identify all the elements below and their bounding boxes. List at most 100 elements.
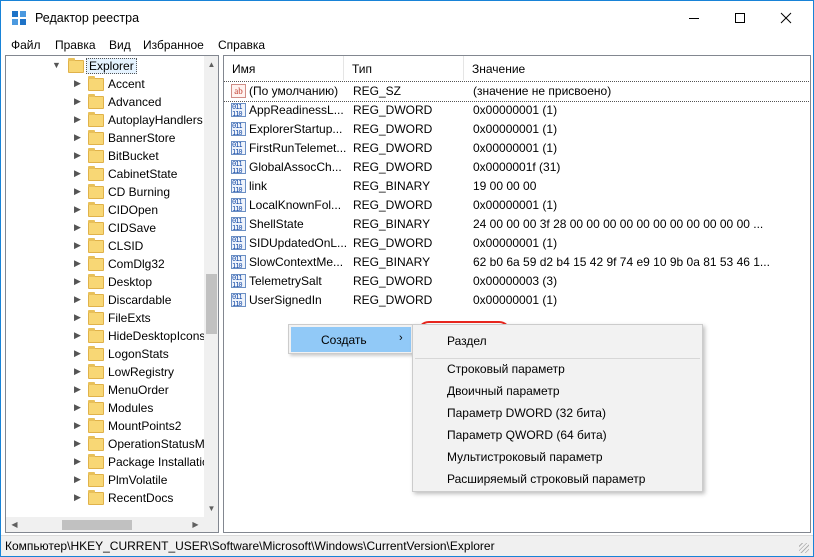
- tree-item[interactable]: ▶ PlmVolatile: [6, 472, 204, 490]
- expand-chevron-icon[interactable]: ▶: [74, 438, 81, 449]
- tree-item[interactable]: ▶ BannerStore: [6, 130, 204, 148]
- key-tree[interactable]: ▼ Explorer ▶ Accent ▶ Advanced ▶ AutoplayHand…: [5, 55, 219, 533]
- tree-item[interactable]: ▶ Desktop: [6, 274, 204, 292]
- expand-chevron-icon[interactable]: ▶: [74, 240, 81, 251]
- value-name: LocalKnownFol...: [249, 198, 342, 212]
- tree-item[interactable]: ▶ LowRegistry: [6, 364, 204, 382]
- menu-favorites[interactable]: Избранное: [143, 38, 204, 52]
- tree-item[interactable]: ▶ CIDOpen: [6, 202, 204, 220]
- resize-grip-icon[interactable]: [799, 543, 809, 553]
- expand-chevron-icon[interactable]: ▶: [74, 78, 81, 89]
- expand-chevron-icon[interactable]: ▶: [74, 204, 81, 215]
- scroll-up-arrow-icon[interactable]: ▲: [204, 56, 218, 73]
- minimize-button[interactable]: [671, 1, 717, 35]
- expand-chevron-icon[interactable]: ▶: [74, 330, 81, 341]
- expand-chevron-icon[interactable]: ▶: [74, 132, 81, 143]
- folder-icon: [88, 364, 104, 379]
- tree-item[interactable]: ▶ Discardable: [6, 292, 204, 310]
- tree-item[interactable]: ▶ FileExts: [6, 310, 204, 328]
- menu-view[interactable]: Вид: [109, 38, 131, 52]
- expand-chevron-icon[interactable]: ▶: [74, 294, 81, 305]
- expand-chevron-icon[interactable]: ▶: [74, 366, 81, 377]
- expand-chevron-icon[interactable]: ▶: [74, 312, 81, 323]
- tree-item[interactable]: ▶ AutoplayHandlers: [6, 112, 204, 130]
- expand-chevron-icon[interactable]: ▶: [74, 222, 81, 233]
- value-data: 0x00000001 (1): [473, 122, 558, 136]
- value-row[interactable]: 011 110 FirstRunTelemet... REG_DWORD 0x00000…: [224, 139, 810, 158]
- expand-chevron-icon[interactable]: ▶: [74, 456, 81, 467]
- submenu-item[interactable]: Строковый параметр: [447, 362, 565, 376]
- value-row[interactable]: 011 110 GlobalAssocCh... REG_DWORD 0x0000001…: [224, 158, 810, 177]
- scroll-left-arrow-icon[interactable]: ◀: [6, 517, 23, 532]
- tree-item[interactable]: ▶ OperationStatusM: [6, 436, 205, 454]
- binary-value-icon: 011 110: [231, 141, 246, 155]
- expand-chevron-icon[interactable]: ▶: [74, 96, 81, 107]
- tree-item[interactable]: ▶ CLSID: [6, 238, 204, 256]
- scroll-right-arrow-icon[interactable]: ▶: [187, 517, 204, 532]
- column-header-type[interactable]: Тип: [344, 56, 464, 80]
- tree-item[interactable]: ▶ CabinetState: [6, 166, 204, 184]
- tree-item[interactable]: ▶ CD Burning: [6, 184, 204, 202]
- submenu-item[interactable]: Мультистроковый параметр: [447, 450, 603, 464]
- submenu-item[interactable]: Двоичный параметр: [447, 384, 560, 398]
- value-row[interactable]: 011 110 link REG_BINARY 19 00 00 00: [224, 177, 810, 196]
- submenu-item[interactable]: Параметр QWORD (64 бита): [447, 428, 607, 442]
- value-row[interactable]: 011 110 TelemetrySalt REG_DWORD 0x00000003 (…: [224, 272, 810, 291]
- expand-chevron-icon[interactable]: ▶: [74, 114, 81, 125]
- tree-item[interactable]: ▶ MenuOrder: [6, 382, 204, 400]
- submenu-item[interactable]: Расширяемый строковый параметр: [447, 472, 645, 486]
- expand-chevron-icon[interactable]: ▶: [74, 420, 81, 431]
- value-row[interactable]: 011 110 UserSignedIn REG_DWORD 0x00000001 (1…: [224, 291, 810, 310]
- tree-item[interactable]: ▶ HideDesktopIcons: [6, 328, 205, 346]
- expand-chevron-icon[interactable]: ▶: [74, 150, 81, 161]
- expand-chevron-icon[interactable]: ▶: [74, 474, 81, 485]
- tree-item-label: LogonStats: [108, 347, 169, 361]
- expand-chevron-icon[interactable]: ▶: [74, 402, 81, 413]
- tree-item-explorer[interactable]: ▼ Explorer: [6, 58, 204, 76]
- tree-vertical-scrollbar[interactable]: ▲ ▼: [204, 56, 218, 517]
- tree-item[interactable]: ▶ ComDlg32: [6, 256, 204, 274]
- tree-item-label: CLSID: [108, 239, 144, 253]
- tree-horizontal-scrollbar[interactable]: ◀ ▶: [6, 517, 218, 532]
- value-type: REG_DWORD: [353, 274, 433, 288]
- tree-item[interactable]: ▶ LogonStats: [6, 346, 204, 364]
- expand-chevron-icon[interactable]: ▶: [74, 186, 81, 197]
- expand-chevron-icon[interactable]: ▶: [74, 492, 81, 503]
- expand-chevron-icon[interactable]: ▶: [74, 258, 81, 269]
- tree-item[interactable]: ▶ Package Installatio: [6, 454, 209, 472]
- collapse-chevron-icon[interactable]: ▼: [52, 60, 61, 70]
- menu-item-create[interactable]: Создать ›: [291, 327, 411, 352]
- scroll-down-arrow-icon[interactable]: ▼: [204, 500, 218, 517]
- close-button[interactable]: [763, 1, 809, 35]
- value-row[interactable]: ab (По умолчанию) REG_SZ (значение не присв…: [224, 81, 810, 102]
- value-row[interactable]: 011 110 SlowContextMe... REG_BINARY 62 b0 6a…: [224, 253, 810, 272]
- tree-item[interactable]: ▶ CIDSave: [6, 220, 204, 238]
- tree-item[interactable]: ▶ RecentDocs: [6, 490, 204, 508]
- maximize-button[interactable]: [717, 1, 763, 35]
- tree-item-label: BannerStore: [108, 131, 176, 145]
- scroll-thumb-horizontal[interactable]: [62, 520, 132, 530]
- value-row[interactable]: 011 110 AppReadinessL... REG_DWORD 0x0000000…: [224, 101, 810, 120]
- expand-chevron-icon[interactable]: ▶: [74, 276, 81, 287]
- tree-item[interactable]: ▶ BitBucket: [6, 148, 204, 166]
- expand-chevron-icon[interactable]: ▶: [74, 168, 81, 179]
- value-row[interactable]: 011 110 LocalKnownFol... REG_DWORD 0x0000000…: [224, 196, 810, 215]
- value-row[interactable]: 011 110 ShellState REG_BINARY 24 00 00 00 3f…: [224, 215, 810, 234]
- menu-help[interactable]: Справка: [218, 38, 265, 52]
- scroll-thumb[interactable]: [206, 274, 217, 334]
- value-row[interactable]: 011 110 ExplorerStartup... REG_DWORD 0x00000…: [224, 120, 810, 139]
- expand-chevron-icon[interactable]: ▶: [74, 348, 81, 359]
- value-row[interactable]: 011 110 SIDUpdatedOnL... REG_DWORD 0x0000000…: [224, 234, 810, 253]
- title-bar[interactable]: Редактор реестра: [1, 1, 813, 35]
- tree-item[interactable]: ▶ Modules: [6, 400, 204, 418]
- tree-item[interactable]: ▶ MountPoints2: [6, 418, 204, 436]
- submenu-item-key[interactable]: Раздел: [447, 334, 487, 348]
- column-header-name[interactable]: Имя: [224, 56, 344, 80]
- menu-file[interactable]: Файл: [11, 38, 41, 52]
- tree-item[interactable]: ▶ Advanced: [6, 94, 204, 112]
- expand-chevron-icon[interactable]: ▶: [74, 384, 81, 395]
- column-header-value[interactable]: Значение: [464, 56, 810, 80]
- submenu-item[interactable]: Параметр DWORD (32 бита): [447, 406, 606, 420]
- tree-item[interactable]: ▶ Accent: [6, 76, 204, 94]
- menu-edit[interactable]: Правка: [55, 38, 96, 52]
